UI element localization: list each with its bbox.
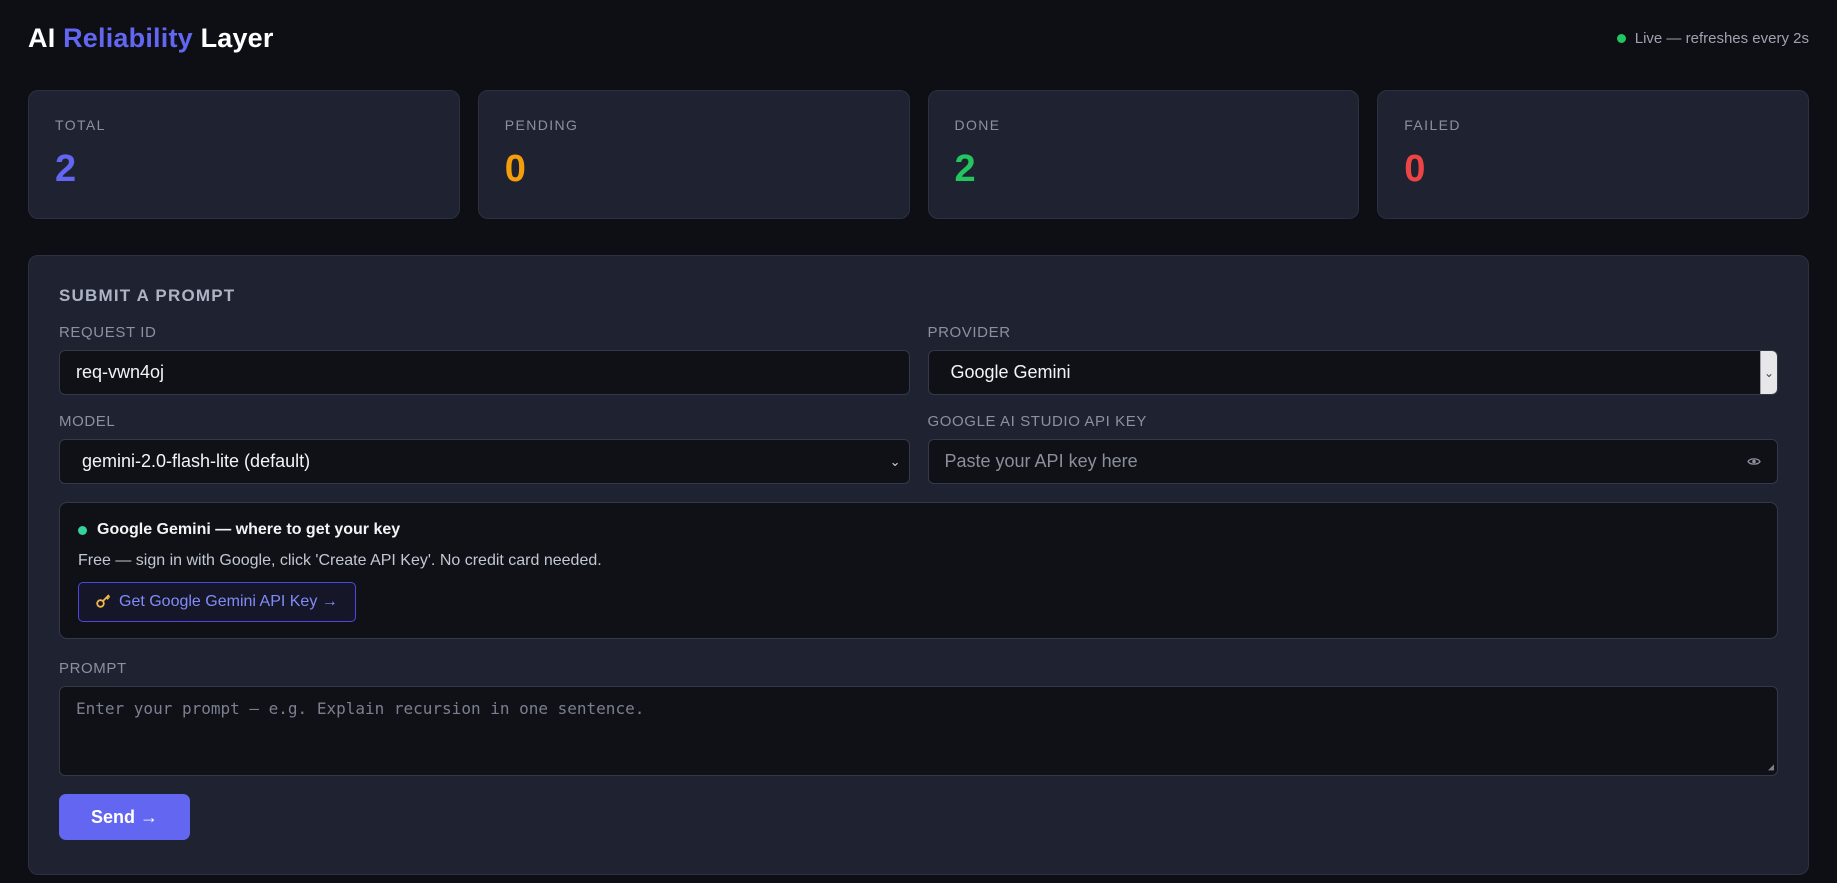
stat-card-total: TOTAL 2: [28, 90, 460, 219]
stat-card-done: DONE 2: [927, 90, 1360, 219]
api-key-field-group: GOOGLE AI STUDIO API KEY Paste your API …: [927, 413, 1778, 484]
model-selected-value: gemini-2.0-flash-lite (default): [82, 451, 311, 471]
stat-value: 0: [504, 148, 526, 190]
model-label: MODEL: [59, 413, 116, 430]
api-key-input[interactable]: Paste your API key here: [927, 439, 1778, 484]
prompt-field-group: PROMPT Enter your prompt — e.g. Explain …: [59, 660, 1778, 776]
info-heading-text: Google Gemini — where to get your key: [97, 521, 401, 538]
chevron-down-icon[interactable]: ⌄: [1760, 351, 1777, 394]
prompt-label: PROMPT: [59, 660, 127, 677]
dashboard: AI Reliability Layer Live — refreshes ev…: [0, 0, 1837, 883]
resize-handle-icon[interactable]: ◢: [1768, 762, 1774, 773]
get-api-key-label: Get Google Gemini API Key →: [119, 593, 338, 610]
request-id-field-group: REQUEST ID req-vwn4oj: [59, 324, 910, 395]
request-id-value: req-vwn4oj: [76, 362, 165, 382]
info-status-dot-icon: [78, 525, 87, 535]
api-key-label: GOOGLE AI STUDIO API KEY: [927, 413, 1147, 430]
prompt-placeholder: Enter your prompt — e.g. Explain recursi…: [76, 699, 645, 718]
provider-label: PROVIDER: [927, 324, 1011, 341]
stat-label: TOTAL: [55, 117, 106, 133]
brand-accent: Reliability: [63, 22, 193, 53]
stat-card-pending: PENDING 0: [477, 90, 910, 219]
info-heading: Google Gemini — where to get your key: [78, 521, 1759, 539]
eye-icon[interactable]: [1747, 453, 1761, 470]
provider-field-group: PROVIDER Google Gemini ⌄: [927, 324, 1778, 395]
stat-label: DONE: [954, 117, 1001, 133]
prompt-textarea[interactable]: Enter your prompt — e.g. Explain recursi…: [59, 686, 1778, 776]
provider-select[interactable]: Google Gemini ⌄: [927, 350, 1778, 395]
live-status-dot-icon: [1616, 33, 1626, 43]
stat-value: 0: [1404, 148, 1426, 190]
key-icon: [96, 593, 111, 612]
app-title: AI Reliability Layer: [28, 23, 274, 54]
stat-value: 2: [55, 148, 77, 190]
form-row-1: REQUEST ID req-vwn4oj PROVIDER Google Ge…: [59, 324, 1778, 395]
chevron-down-icon: ⌄: [889, 453, 901, 469]
stat-card-failed: FAILED 0: [1377, 90, 1809, 219]
send-button[interactable]: Send →: [59, 794, 190, 840]
live-status-text: Live — refreshes every 2s: [1634, 29, 1809, 47]
request-id-label: REQUEST ID: [59, 324, 157, 341]
header: AI Reliability Layer Live — refreshes ev…: [28, 0, 1809, 76]
brand-prefix: AI: [28, 22, 56, 53]
stat-value: 2: [954, 148, 976, 190]
model-field-group: MODEL gemini-2.0-flash-lite (default) ⌄: [59, 413, 910, 484]
stats-row: TOTAL 2 PENDING 0 DONE 2 FAILED 0: [28, 90, 1809, 219]
get-api-key-button[interactable]: Get Google Gemini API Key →: [78, 582, 356, 622]
model-select[interactable]: gemini-2.0-flash-lite (default) ⌄: [59, 439, 910, 484]
submit-prompt-panel: SUBMIT A PROMPT REQUEST ID req-vwn4oj PR…: [28, 255, 1809, 875]
request-id-input[interactable]: req-vwn4oj: [59, 350, 910, 395]
provider-selected-value: Google Gemini: [950, 362, 1071, 382]
stat-label: FAILED: [1404, 117, 1461, 133]
provider-info-box: Google Gemini — where to get your key Fr…: [59, 502, 1778, 639]
stat-label: PENDING: [504, 117, 579, 133]
form-row-2: MODEL gemini-2.0-flash-lite (default) ⌄ …: [59, 413, 1778, 484]
live-indicator: Live — refreshes every 2s: [1616, 29, 1809, 47]
api-key-placeholder: Paste your API key here: [944, 451, 1138, 471]
brand-suffix: Layer: [200, 22, 274, 53]
info-description: Free — sign in with Google, click 'Creat…: [78, 552, 602, 569]
panel-title: SUBMIT A PROMPT: [59, 286, 236, 305]
